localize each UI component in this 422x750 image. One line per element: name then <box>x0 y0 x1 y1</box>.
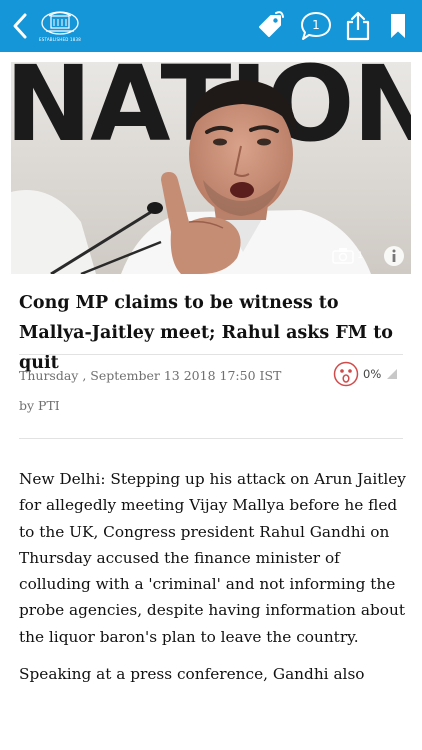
article-paragraph: Speaking at a press conference, Gandhi a… <box>19 665 365 683</box>
crest-icon <box>41 11 79 35</box>
info-icon <box>384 246 404 266</box>
info-button[interactable] <box>383 245 405 267</box>
bookmark-button[interactable] <box>380 0 416 52</box>
article-dateline: Thursday , September 13 2018 17:50 IST <box>19 368 282 383</box>
divider <box>19 354 403 355</box>
hero-image[interactable]: NATION 1 <box>11 62 411 274</box>
triangle-arrow-icon[interactable] <box>387 369 398 379</box>
share-button[interactable] <box>338 0 378 52</box>
bookmark-icon <box>391 14 405 38</box>
tag-icon <box>259 11 284 37</box>
surprised-face-icon <box>333 361 359 387</box>
share-icon <box>346 11 370 41</box>
hero-photo: NATION <box>11 62 411 274</box>
camera-icon <box>332 248 355 264</box>
article-paragraph: New Delhi: Stepping up his attack on Aru… <box>19 470 406 646</box>
reaction-percentage: 0% <box>363 367 382 381</box>
comment-count: 1 <box>312 17 320 32</box>
newspaper-logo: ESTABLISHED 1838 <box>38 0 82 52</box>
article-byline: by PTI <box>19 398 60 413</box>
comments-button[interactable]: 1 <box>296 0 336 52</box>
reaction-widget[interactable]: 0% <box>333 361 398 387</box>
photo-count-label: 1 <box>357 250 363 261</box>
tag-button[interactable] <box>250 0 290 52</box>
photo-count: 1 <box>332 247 363 264</box>
back-arrow-icon <box>13 13 27 39</box>
top-toolbar: ESTABLISHED 1838 1 <box>0 0 422 52</box>
divider <box>19 438 403 439</box>
back-button[interactable] <box>4 0 36 52</box>
logo-caption: ESTABLISHED 1838 <box>39 37 81 42</box>
